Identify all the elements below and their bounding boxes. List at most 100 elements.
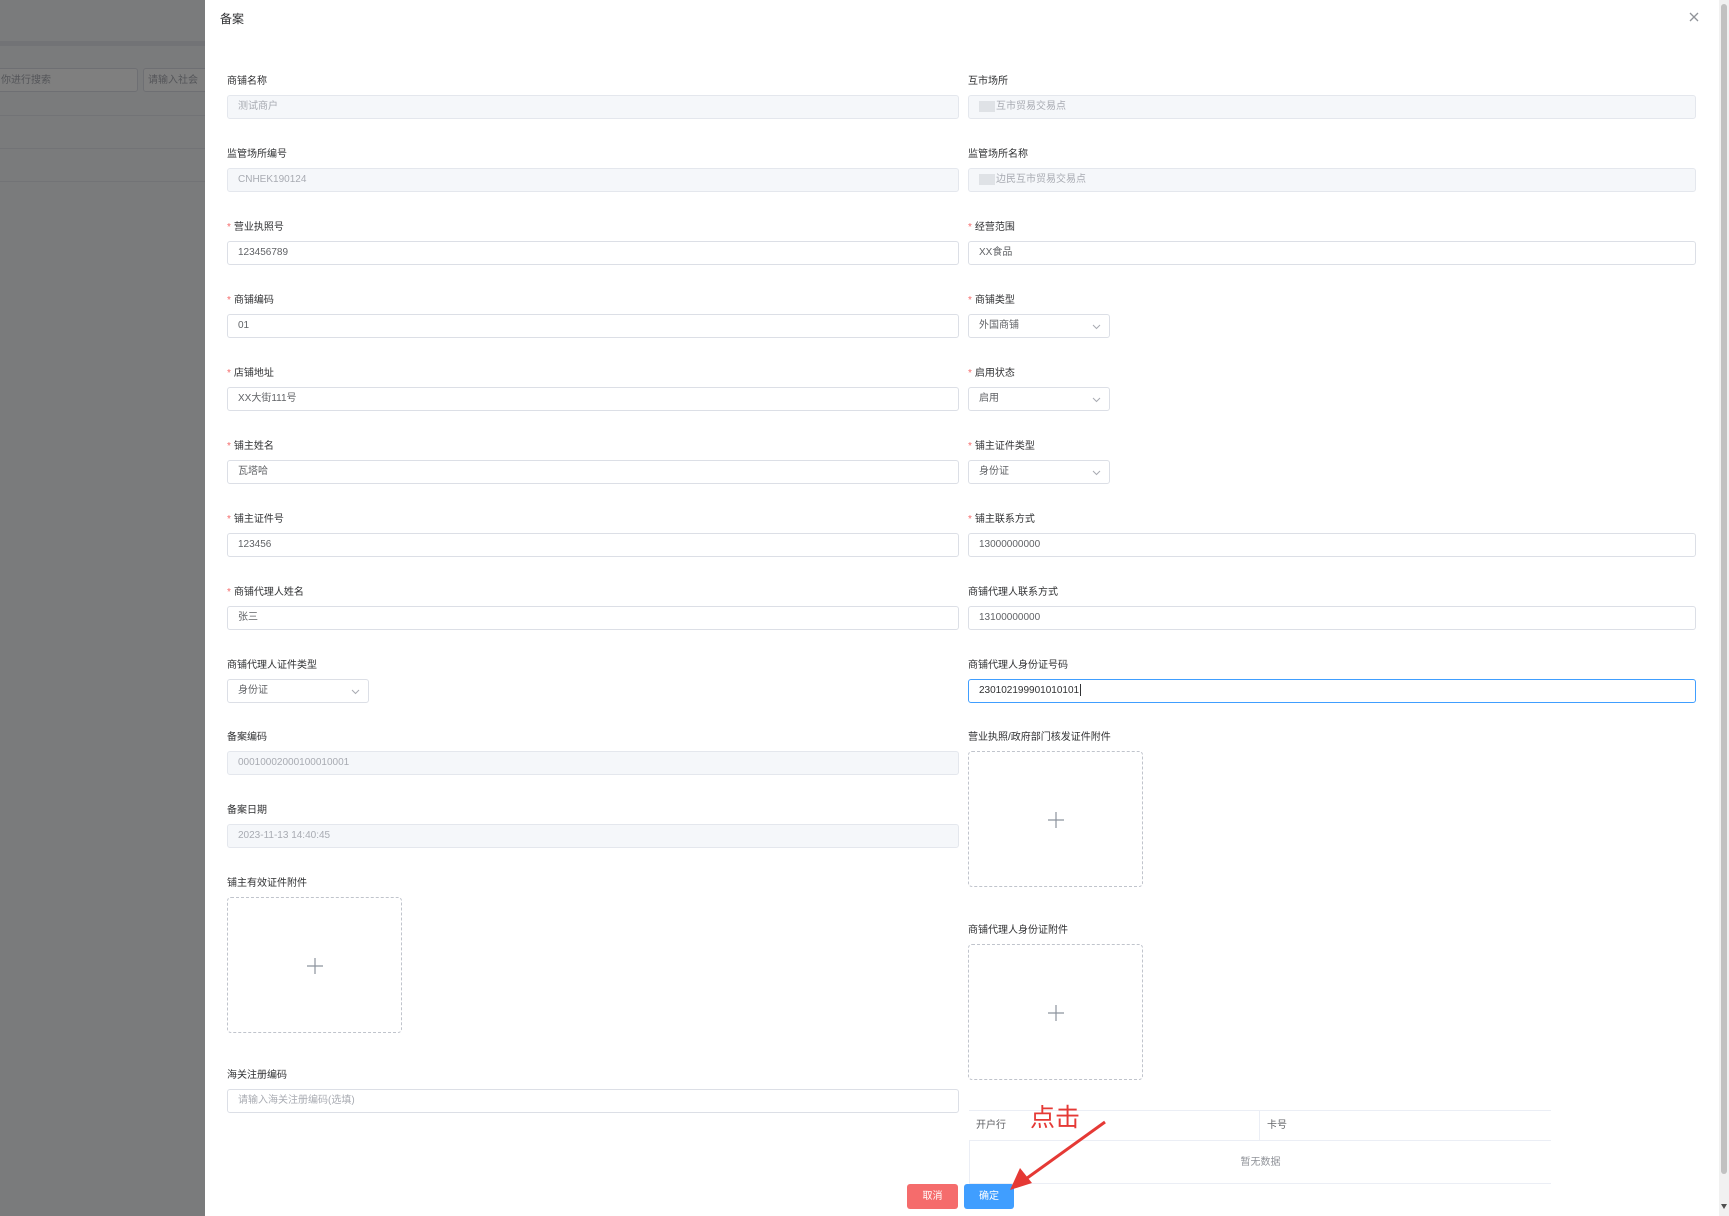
agent-id-no-field: 商铺代理人身份证号码 230102199901010101 xyxy=(968,659,1696,703)
scroll-down-arrow-icon[interactable] xyxy=(1721,1202,1727,1210)
owner-id-type-field: * 铺主证件类型 身份证 xyxy=(968,440,1696,484)
redacted-block xyxy=(979,173,995,185)
record-date-field: 备案日期 2023-11-13 14:40:45 xyxy=(227,804,959,848)
status-value: 启用 xyxy=(979,393,999,404)
scrollbar-thumb[interactable] xyxy=(1721,4,1727,1174)
agent-phone-input[interactable]: 13100000000 xyxy=(968,606,1696,630)
owner-phone-input[interactable]: 13000000000 xyxy=(968,533,1696,557)
required-mark: * xyxy=(968,368,972,379)
dialog-title: 备案 xyxy=(220,12,245,26)
owner-id-no-input[interactable]: 123456 xyxy=(227,533,959,557)
click-annotation-text: 点击 xyxy=(1030,1103,1081,1132)
record-code-input: 00010002000100010001 xyxy=(227,751,959,775)
required-mark: * xyxy=(227,222,231,233)
business-scope-input[interactable]: XX食品 xyxy=(968,241,1696,265)
owner-name-input[interactable]: 瓦塔哈 xyxy=(227,460,959,484)
customs-code-input[interactable]: 请输入海关注册编码(选填) xyxy=(227,1089,959,1113)
customs-code-field: 海关注册编码 请输入海关注册编码(选填) xyxy=(227,1069,959,1113)
agent-id-type-field: 商铺代理人证件类型 身份证 xyxy=(227,659,959,703)
required-mark: * xyxy=(968,441,972,452)
plus-icon xyxy=(307,958,323,974)
owner-id-no-label: 铺主证件号 xyxy=(233,514,284,525)
required-mark: * xyxy=(227,587,231,598)
agent-attach-upload[interactable] xyxy=(968,944,1143,1080)
shop-code-input[interactable]: 01 xyxy=(227,314,959,338)
license-no-input[interactable]: 123456789 xyxy=(227,241,959,265)
site-code-field: 监管场所编号 CNHEK190124 xyxy=(227,148,959,192)
column-header-bank: 开户行 xyxy=(976,1120,1006,1131)
close-icon[interactable] xyxy=(1685,8,1703,26)
agent-id-no-input[interactable]: 230102199901010101 xyxy=(968,679,1696,703)
market-value: 互市贸易交易点 xyxy=(996,101,1066,112)
required-mark: * xyxy=(227,514,231,525)
agent-attach-label: 商铺代理人身份证附件 xyxy=(968,925,1068,936)
license-no-field: * 营业执照号 123456789 xyxy=(227,221,959,265)
owner-name-field: * 铺主姓名 瓦塔哈 xyxy=(227,440,959,484)
required-mark: * xyxy=(968,222,972,233)
market-field: 互市场所 互市贸易交易点 xyxy=(968,75,1696,119)
table-empty-text: 暂无数据 xyxy=(969,1141,1551,1184)
address-label: 店铺地址 xyxy=(233,368,274,379)
business-scope-label: 经营范围 xyxy=(974,222,1015,233)
shop-type-select[interactable]: 外国商铺 xyxy=(968,314,1110,338)
market-input: 互市贸易交易点 xyxy=(968,95,1696,119)
required-mark: * xyxy=(227,295,231,306)
redacted-block xyxy=(979,100,995,112)
record-code-label: 备案编码 xyxy=(227,732,267,743)
owner-id-type-value: 身份证 xyxy=(979,466,1009,477)
shop-name-input: 测试商户 xyxy=(227,95,959,119)
license-attach-label: 营业执照/政府部门核发证件附件 xyxy=(968,732,1111,743)
site-name-input: 边民互市贸易交易点 xyxy=(968,168,1696,192)
owner-attach-label: 铺主有效证件附件 xyxy=(227,878,307,889)
shop-type-field: * 商铺类型 外国商铺 xyxy=(968,294,1696,338)
agent-name-input[interactable]: 张三 xyxy=(227,606,959,630)
agent-attach-field: 商铺代理人身份证附件 xyxy=(968,924,1696,1080)
owner-phone-field: * 铺主联系方式 13000000000 xyxy=(968,513,1696,557)
agent-id-type-value: 身份证 xyxy=(238,685,268,696)
plus-icon xyxy=(1048,1005,1064,1021)
agent-id-type-label: 商铺代理人证件类型 xyxy=(227,660,317,671)
confirm-button[interactable]: 确定 xyxy=(964,1184,1014,1209)
chevron-down-icon xyxy=(1092,397,1101,403)
status-field: * 启用状态 启用 xyxy=(968,367,1696,411)
record-date-input: 2023-11-13 14:40:45 xyxy=(227,824,959,848)
agent-name-label: 商铺代理人姓名 xyxy=(233,587,304,598)
address-input[interactable]: XX大街111号 xyxy=(227,387,959,411)
cancel-button[interactable]: 取消 xyxy=(907,1184,958,1209)
required-mark: * xyxy=(968,295,972,306)
license-attach-field: 营业执照/政府部门核发证件附件 xyxy=(968,731,1696,887)
agent-name-field: * 商铺代理人姓名 张三 xyxy=(227,586,959,630)
license-attach-upload[interactable] xyxy=(968,751,1143,887)
owner-attach-field: 铺主有效证件附件 xyxy=(227,877,959,1033)
status-select[interactable]: 启用 xyxy=(968,387,1110,411)
owner-id-no-field: * 铺主证件号 123456 xyxy=(227,513,959,557)
agent-id-type-select[interactable]: 身份证 xyxy=(227,679,369,703)
status-label: 启用状态 xyxy=(974,368,1015,379)
required-mark: * xyxy=(227,368,231,379)
agent-id-no-label: 商铺代理人身份证号码 xyxy=(968,660,1068,671)
owner-id-type-label: 铺主证件类型 xyxy=(974,441,1035,452)
business-scope-field: * 经营范围 XX食品 xyxy=(968,221,1696,265)
shop-name-field: 商铺名称 测试商户 xyxy=(227,75,959,119)
address-field: * 店铺地址 XX大街111号 xyxy=(227,367,959,411)
site-name-field: 监管场所名称 边民互市贸易交易点 xyxy=(968,148,1696,192)
shop-code-field: * 商铺编码 01 xyxy=(227,294,959,338)
market-label: 互市场所 xyxy=(968,76,1008,87)
agent-id-no-value: 230102199901010101 xyxy=(979,685,1080,696)
site-name-value: 边民互市贸易交易点 xyxy=(996,174,1086,185)
required-mark: * xyxy=(227,441,231,452)
site-code-input: CNHEK190124 xyxy=(227,168,959,192)
agent-phone-label: 商铺代理人联系方式 xyxy=(968,587,1058,598)
plus-icon xyxy=(1048,812,1064,828)
site-name-label: 监管场所名称 xyxy=(968,149,1028,160)
record-code-field: 备案编码 00010002000100010001 xyxy=(227,731,959,775)
shop-name-label: 商铺名称 xyxy=(227,76,267,87)
shop-code-label: 商铺编码 xyxy=(233,295,274,306)
record-date-label: 备案日期 xyxy=(227,805,267,816)
owner-attach-upload[interactable] xyxy=(227,897,402,1033)
shop-type-value: 外国商铺 xyxy=(979,320,1019,331)
owner-id-type-select[interactable]: 身份证 xyxy=(968,460,1110,484)
owner-phone-label: 铺主联系方式 xyxy=(974,514,1035,525)
customs-code-placeholder: 请输入海关注册编码(选填) xyxy=(238,1095,355,1106)
customs-code-label: 海关注册编码 xyxy=(227,1070,287,1081)
